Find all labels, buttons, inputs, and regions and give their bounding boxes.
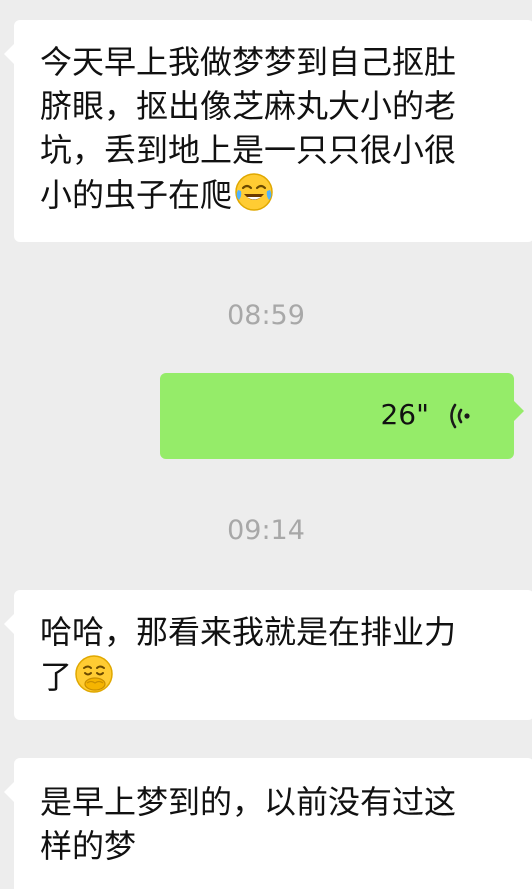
message-text-fragment: 了 — [40, 658, 73, 696]
chat-conversation: 今天早上我做梦梦到自己抠肚 脐眼，抠出像芝麻丸大小的老 坑，丢到地上是一只只很小… — [0, 0, 532, 889]
message-text-line: 坑，丢到地上是一只只很小很 — [40, 131, 457, 169]
incoming-message-bubble[interactable]: 哈哈，那看来我就是在排业力 了 — [4, 590, 532, 720]
message-text-line: 脐眼，抠出像芝麻丸大小的老 — [40, 87, 457, 125]
message-text-line: 小的虫子在爬 — [40, 172, 532, 217]
incoming-message-bubble[interactable]: 今天早上我做梦梦到自己抠肚 脐眼，抠出像芝麻丸大小的老 坑，丢到地上是一只只很小… — [4, 20, 532, 242]
message-text-line: 是早上梦到的，以前没有过这 — [40, 783, 457, 821]
message-timestamp: 09:14 — [227, 515, 305, 546]
laughing-crying-emoji-icon — [235, 173, 273, 211]
voice-duration: 26" — [380, 398, 429, 431]
message-text-line: 哈哈，那看来我就是在排业力 — [40, 613, 457, 651]
message-text-line: 了 — [40, 654, 532, 699]
message-text-line: 样的梦 — [40, 827, 137, 865]
outgoing-voice-message[interactable]: 26" — [160, 373, 524, 459]
message-timestamp: 08:59 — [227, 300, 305, 331]
message-text-fragment: 小的虫子在爬 — [40, 176, 233, 214]
voice-wave-icon — [450, 403, 470, 429]
incoming-message-bubble[interactable]: 是早上梦到的，以前没有过这 样的梦 — [4, 758, 532, 889]
smirking-hand-over-mouth-emoji-icon — [75, 655, 113, 693]
message-text-line: 今天早上我做梦梦到自己抠肚 — [40, 43, 457, 81]
